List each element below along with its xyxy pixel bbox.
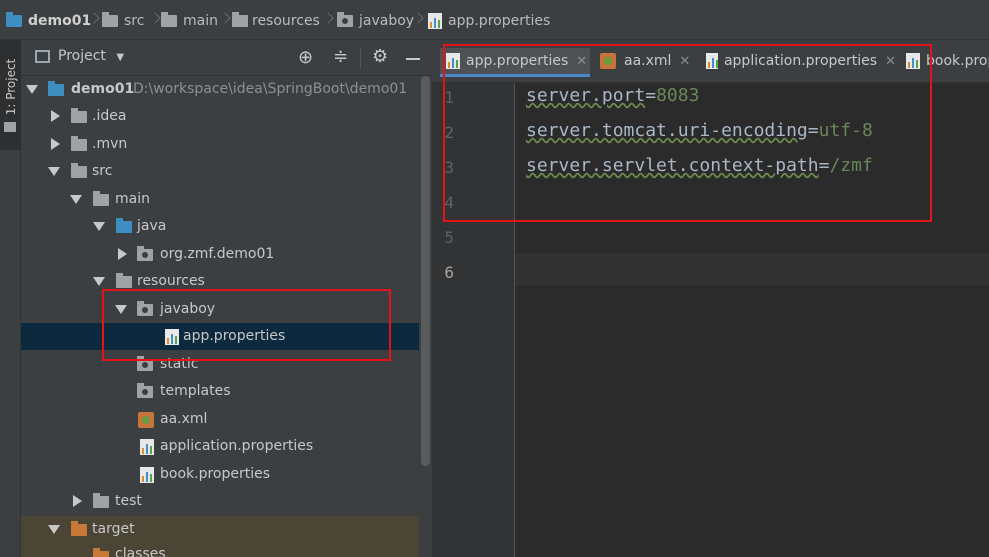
resources-folder-icon: [232, 12, 248, 27]
expand-arrow-icon[interactable]: [73, 495, 82, 507]
folder-icon: [71, 163, 87, 178]
folder-icon: [93, 191, 109, 206]
excluded-folder-icon: [93, 548, 109, 557]
tree-row-package[interactable]: org.zmf.demo01: [21, 241, 432, 268]
package-folder-icon: [137, 383, 153, 398]
expand-arrow-icon[interactable]: [118, 248, 127, 260]
highlight-box-tree: [102, 289, 391, 361]
project-view-icon: [35, 50, 50, 63]
excluded-folder-icon: [71, 521, 87, 536]
tree-row-mvn[interactable]: .mvn: [21, 131, 432, 158]
tree-row-book-properties[interactable]: book.properties: [21, 461, 432, 488]
project-view-selector[interactable]: Project ▼: [58, 48, 124, 64]
tree-row-demo01[interactable]: demo01 D:\workspace\idea\SpringBoot\demo…: [21, 76, 432, 103]
package-folder-icon: [337, 12, 353, 27]
tree-row-application-properties[interactable]: application.properties: [21, 433, 432, 460]
tree-row-aa-xml[interactable]: aa.xml: [21, 406, 432, 433]
properties-file-icon: [140, 439, 154, 455]
module-folder-icon: [6, 12, 22, 27]
expand-arrow-icon[interactable]: [48, 167, 60, 176]
folder-icon: [71, 136, 87, 151]
resources-folder-icon: [116, 273, 132, 288]
locate-icon[interactable]: ⊕: [298, 47, 313, 68]
tree-row-main[interactable]: main: [21, 186, 432, 213]
module-folder-icon: [48, 81, 64, 96]
toolbar-divider: [360, 48, 361, 68]
gear-icon[interactable]: ⚙: [372, 46, 388, 67]
minimize-icon[interactable]: [406, 58, 420, 60]
chevron-right-icon: [326, 12, 332, 26]
breadcrumb-item-demo01[interactable]: demo01: [6, 11, 91, 31]
tree-row-templates[interactable]: templates: [21, 378, 432, 405]
breadcrumb-item-javaboy[interactable]: javaboy: [337, 11, 414, 31]
expand-arrow-icon[interactable]: [93, 277, 105, 286]
chevron-right-icon: [416, 12, 422, 26]
properties-file-icon: [140, 467, 154, 483]
breadcrumb-item-resources[interactable]: resources: [232, 11, 320, 31]
expand-arrow-icon[interactable]: [51, 138, 60, 150]
chevron-right-icon: [92, 12, 98, 26]
tree-row-idea[interactable]: .idea: [21, 103, 432, 130]
project-tool-tab-label: 1: Project: [4, 58, 18, 116]
chevron-down-icon: ▼: [116, 52, 125, 63]
tree-row-test[interactable]: test: [21, 488, 432, 515]
chevron-right-icon: [153, 12, 159, 26]
expand-arrow-icon[interactable]: [93, 222, 105, 231]
tree-row-src[interactable]: src: [21, 158, 432, 185]
collapse-all-icon[interactable]: ≑: [333, 46, 348, 67]
breadcrumb: demo01 src main resources javaboy app.pr…: [0, 0, 989, 40]
expand-arrow-icon[interactable]: [51, 110, 60, 122]
line-number: 5: [444, 228, 454, 247]
highlight-box-editor: [443, 44, 932, 222]
xml-file-icon: [138, 412, 154, 428]
tree-row-classes[interactable]: classes: [21, 543, 432, 557]
expand-arrow-icon[interactable]: [26, 85, 38, 94]
breadcrumb-item-app-properties[interactable]: app.properties: [428, 11, 550, 31]
line-number: 6: [444, 263, 454, 282]
breadcrumb-item-src[interactable]: src: [102, 11, 144, 31]
tree-row-java[interactable]: java: [21, 213, 432, 240]
properties-file-icon: [428, 13, 442, 29]
expand-arrow-icon[interactable]: [70, 195, 82, 204]
expand-arrow-icon[interactable]: [48, 525, 60, 534]
chevron-right-icon: [223, 12, 229, 26]
folder-icon: [71, 108, 87, 123]
caret-line-highlight: [515, 254, 989, 286]
tree-row-target[interactable]: target: [21, 516, 432, 543]
source-folder-icon: [116, 218, 132, 233]
project-scrollbar-thumb[interactable]: [421, 76, 430, 466]
folder-icon: [161, 12, 177, 27]
folder-icon: [102, 12, 118, 27]
breadcrumb-item-main[interactable]: main: [161, 11, 218, 31]
folder-icon: [93, 493, 109, 508]
package-folder-icon: [137, 246, 153, 261]
folder-icon: [4, 122, 16, 132]
